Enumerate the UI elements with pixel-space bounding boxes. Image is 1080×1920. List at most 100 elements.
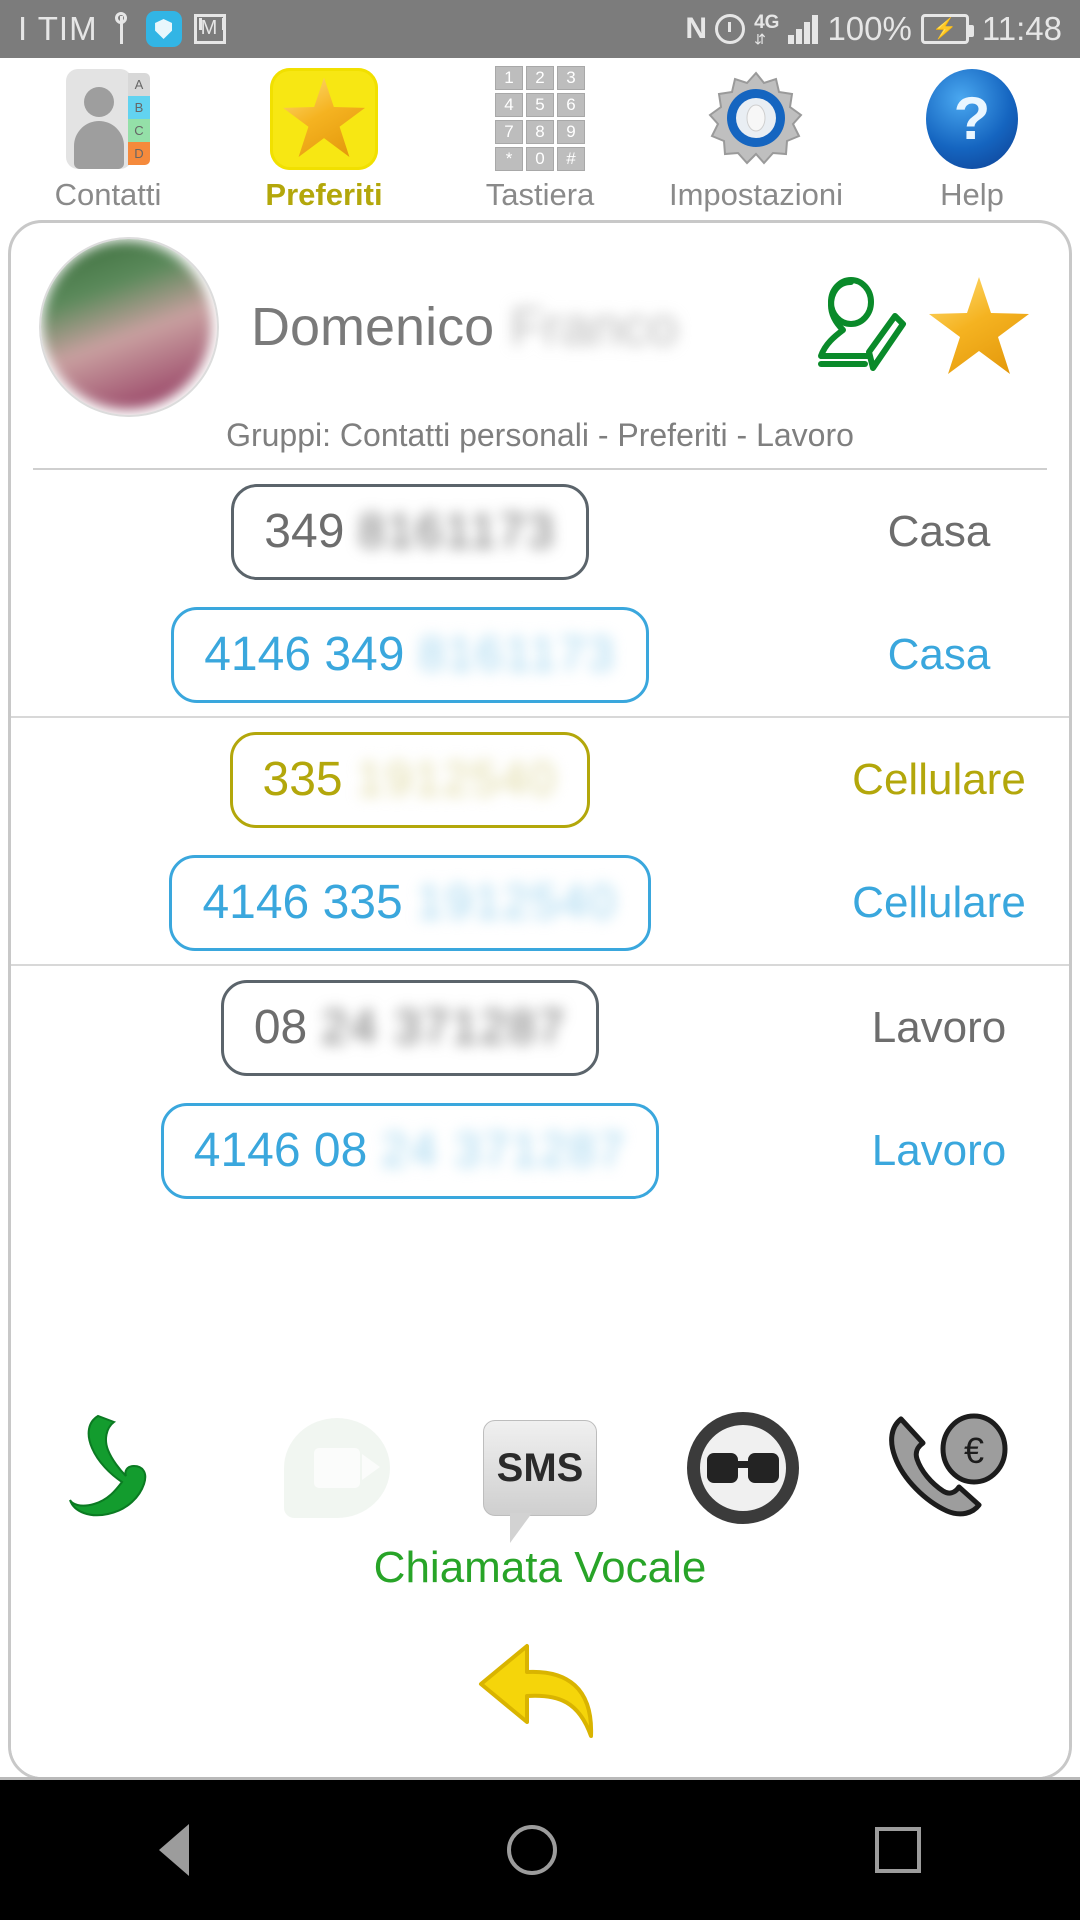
video-call-icon[interactable] [262,1403,412,1533]
tab-label-tastiera: Tastiera [485,177,595,212]
contact-first-name: Domenico [251,297,495,357]
table-row[interactable]: 349 8161173 Casa [11,470,1069,593]
phone-masked: 1912540 [416,876,618,929]
phone-type-label: Lavoro [871,1125,1007,1175]
mail-icon: M [193,14,226,44]
phone-number-pill[interactable]: 4146 349 8161173 [171,606,649,703]
phone-type-label: Cellulare [852,754,1026,804]
keypad-key: 5 [526,93,554,117]
tab-label-impostazioni: Impostazioni [668,177,844,212]
phone-prefix: 335 [262,753,343,806]
action-bar: SMS € Chiamata Vocale [11,1387,1069,1777]
phone-number-pill[interactable]: 4146 08 24 371287 [160,1102,660,1199]
voice-call-icon[interactable] [59,1403,209,1533]
nav-home-icon[interactable] [507,1825,557,1875]
keypad-key: 6 [557,93,585,117]
paid-call-icon[interactable]: € [871,1403,1021,1533]
network-type-icon: 4G ⇵ [754,13,779,46]
phone-prefix: 4146 08 [193,1124,368,1177]
back-button[interactable] [11,1607,1069,1777]
gear-icon [706,66,806,171]
contact-name: Domenico Franco [251,296,799,358]
sms-icon[interactable]: SMS [465,1403,615,1543]
table-row[interactable]: 335 1912540 Cellulare [11,718,1069,841]
keypad-key: 1 [495,66,523,90]
android-navigation-bar [0,1780,1080,1920]
tab-label-preferiti: Preferiti [265,177,383,212]
edit-contact-icon[interactable] [799,272,907,382]
tab-tastiera[interactable]: 1 2 3 4 5 6 7 8 9 * 0 # Tastiera [432,58,648,216]
nav-recents-icon[interactable] [875,1827,921,1873]
keypad-key: 7 [495,120,523,144]
contact-header-actions [799,272,1029,382]
phone-number-list: 349 8161173 Casa 4146 349 8161173 Casa 3… [11,470,1069,1212]
keypad-key: 2 [526,66,554,90]
phone-masked: 24 371287 [381,1124,627,1177]
status-bar-left: I TIM M [18,10,226,48]
phone-number-pill[interactable]: 08 24 371287 [220,979,600,1076]
phone-prefix: 08 [253,1001,308,1054]
action-caption: Chiamata Vocale [373,1543,707,1592]
anonymous-call-icon[interactable] [668,1403,818,1533]
keypad-key: * [495,147,523,171]
battery-icon: ⚡ [920,14,974,44]
table-row[interactable]: 4146 349 8161173 Casa [11,593,1069,716]
phone-type-label: Lavoro [871,1002,1007,1052]
phone-type-label: Casa [887,506,991,556]
phone-prefix: 4146 349 [204,628,405,681]
phone-masked: 24 371287 [321,1001,567,1054]
carrier-label: I TIM [18,10,98,47]
phone-number-pill[interactable]: 4146 335 1912540 [169,854,651,951]
phone-masked: 8161173 [358,505,556,558]
keypad-key: 8 [526,120,554,144]
svg-text:€: € [964,1430,984,1471]
phone-type-label: Cellulare [852,877,1026,927]
signal-bars-icon [788,14,819,44]
nav-back-icon[interactable] [159,1824,189,1876]
tab-impostazioni[interactable]: Impostazioni [648,58,864,216]
phone-prefix: 4146 335 [202,876,403,929]
status-bar-right: N 4G ⇵ 100% ⚡ 11:48 [685,10,1062,48]
contact-header: Domenico Franco [11,223,1069,411]
tab-preferiti[interactable]: Preferiti [216,58,432,216]
shield-icon [145,11,182,47]
phone-masked: 1912540 [356,753,558,806]
phone-type-label: Casa [887,629,991,679]
network-type-label: 4G [754,11,780,33]
phone-prefix: 349 [264,505,345,558]
phone-masked: 8161173 [418,628,616,681]
question-mark-icon: ? [926,66,1018,171]
contact-last-name: Franco [510,297,679,357]
table-row[interactable]: 08 24 371287 Lavoro [11,966,1069,1089]
top-tab-bar: ABCD Contatti Preferiti 1 2 3 4 5 6 7 8 … [0,58,1080,216]
action-icon-row: SMS € [11,1393,1069,1543]
keypad-key: 3 [557,66,585,90]
sms-label: SMS [482,1420,597,1543]
table-row[interactable]: 4146 335 1912540 Cellulare [11,841,1069,964]
usb-icon [110,12,134,46]
status-bar: I TIM M N 4G ⇵ 100% ⚡ 11:48 [0,0,1080,58]
gold-star-icon [270,66,378,171]
keypad-key: 4 [495,93,523,117]
groups-line: Gruppi: Contatti personali - Preferiti -… [226,417,854,453]
table-row[interactable]: 4146 08 24 371287 Lavoro [11,1089,1069,1212]
avatar[interactable] [41,239,217,415]
contacts-book-icon: ABCD [66,66,150,171]
favorite-star-icon[interactable] [929,277,1029,377]
clock-label: 11:48 [981,10,1062,47]
data-arrows-icon: ⇵ [754,30,766,47]
tab-label-help: Help [940,177,1004,212]
phone-number-pill[interactable]: 349 8161173 [231,483,589,580]
keypad-key: 0 [526,147,554,171]
alarm-icon [715,14,746,44]
battery-percent-label: 100% [827,10,912,47]
keypad-icon: 1 2 3 4 5 6 7 8 9 * 0 # [495,66,585,171]
keypad-key: 9 [557,120,585,144]
tab-contatti[interactable]: ABCD Contatti [0,58,216,216]
phone-screen: I TIM M N 4G ⇵ 100% ⚡ 11:48 ABCD Contatt… [0,0,1080,1920]
contact-detail-card: Domenico Franco Gruppi: Contatti persona… [8,220,1072,1780]
phone-number-pill[interactable]: 335 1912540 [229,731,591,828]
nfc-icon: N [685,12,707,45]
tab-label-contatti: Contatti [54,177,162,212]
tab-help[interactable]: ? Help [864,58,1080,216]
